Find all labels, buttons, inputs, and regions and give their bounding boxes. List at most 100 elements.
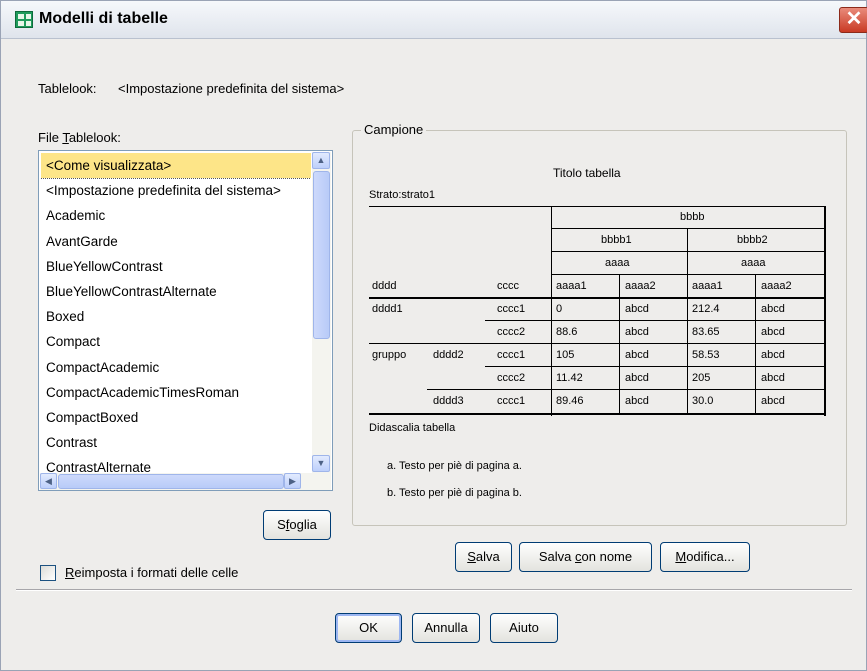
sample-legend: Campione <box>361 122 427 137</box>
footer-separator <box>16 589 852 591</box>
table-cell: abcd <box>625 349 649 361</box>
help-button[interactable]: Aiuto <box>490 613 558 643</box>
table-cell: 88.6 <box>556 326 578 338</box>
tablelook-list-item[interactable]: AvantGarde <box>41 229 311 254</box>
table-caption: Didascalia tabella <box>369 422 456 434</box>
row-group-label: dddd1 <box>372 303 403 315</box>
table-cell: abcd <box>761 395 785 407</box>
reset-cell-formats-label: Reimposta i formati delle celle <box>65 565 239 580</box>
browse-button[interactable]: Sfoglia <box>263 510 331 540</box>
grid-vline <box>755 274 756 415</box>
row-header-c: cccc <box>497 280 519 292</box>
table-cell: abcd <box>625 326 649 338</box>
tablelook-list-item[interactable]: Academic <box>41 203 311 228</box>
cancel-button[interactable]: Annulla <box>412 613 480 643</box>
col-header-a1-2: aaaa1 <box>692 280 723 292</box>
row-d-label: dddd2 <box>433 349 464 361</box>
tablelook-value: <Impostazione predefinita del sistema> <box>118 81 345 96</box>
table-cell: 83.65 <box>692 326 720 338</box>
row-group-label: gruppo <box>372 349 407 361</box>
tablelook-label: Tablelook: <box>38 81 97 96</box>
col-header-a2-2: aaaa2 <box>761 280 792 292</box>
grid-hline <box>369 297 825 299</box>
window-title: Modelli di tabelle <box>39 10 168 27</box>
file-tablelook-label: File Tablelook: <box>38 130 121 145</box>
scroll-left-icon[interactable]: ◀ <box>40 473 57 489</box>
table-cell: abcd <box>761 326 785 338</box>
table-app-icon <box>15 11 33 28</box>
table-cell: abcd <box>761 349 785 361</box>
table-top-line <box>369 206 824 207</box>
row-c-label: cccc1 <box>497 349 526 361</box>
row-c-label: cccc1 <box>497 303 526 315</box>
close-icon: ✕ <box>845 8 863 30</box>
tablelook-list-item[interactable]: <Impostazione predefinita del sistema> <box>41 178 311 203</box>
ok-button[interactable]: OK <box>335 613 402 643</box>
col-header-top: bbbb <box>680 211 705 223</box>
reset-cell-formats-checkbox[interactable] <box>40 565 56 581</box>
table-cell: abcd <box>625 303 649 315</box>
col-header-a1-1: aaaa1 <box>556 280 587 292</box>
table-cell: abcd <box>761 372 785 384</box>
grid-hline <box>485 366 825 367</box>
tablelook-list-item[interactable]: CompactBoxed <box>41 405 311 430</box>
table-right-border <box>824 206 826 416</box>
tablelook-list-item[interactable]: BlueYellowContrast <box>41 254 311 279</box>
grid-vline <box>687 228 688 415</box>
tablelook-file-list[interactable]: <Come visualizzata> <Impostazione predefi… <box>38 150 333 491</box>
col-header-b1: bbbb1 <box>601 234 632 246</box>
grid-hline <box>369 343 825 344</box>
tablelook-list-item[interactable]: Compact <box>41 329 311 354</box>
col-header-a-1: aaaa <box>605 257 630 269</box>
horizontal-scrollbar[interactable]: ◀ ▶ <box>40 473 331 490</box>
table-cell: 89.46 <box>556 395 584 407</box>
col-header-a-2: aaaa <box>741 257 766 269</box>
row-c-label: cccc2 <box>497 326 526 338</box>
table-row-divider <box>551 206 552 416</box>
table-cell: abcd <box>625 395 649 407</box>
vertical-scrollbar[interactable]: ▲ ▼ <box>312 152 331 473</box>
tablelook-list-item[interactable]: ContrastAlternate <box>41 455 311 473</box>
save-button[interactable]: Salva <box>455 542 512 572</box>
grid-vline <box>619 274 620 415</box>
tablelook-list-item[interactable]: CompactAcademic <box>41 355 311 380</box>
scroll-down-icon[interactable]: ▼ <box>312 455 330 472</box>
table-cell: 205 <box>692 372 711 384</box>
scroll-up-icon[interactable]: ▲ <box>312 152 330 169</box>
layer-label: Strato:strato1 <box>369 189 436 201</box>
col-header-a2-1: aaaa2 <box>625 280 656 292</box>
row-d-label: dddd3 <box>433 395 464 407</box>
table-title: Titolo tabella <box>553 166 621 180</box>
table-cell: 11.42 <box>556 372 583 384</box>
vertical-scroll-thumb[interactable] <box>313 171 330 339</box>
grid-hline <box>427 389 825 390</box>
scroll-right-icon[interactable]: ▶ <box>284 473 301 489</box>
close-button[interactable]: ✕ <box>839 7 867 33</box>
horizontal-scroll-thumb[interactable] <box>58 474 284 489</box>
row-header-d: dddd <box>372 280 397 292</box>
tablelook-list-item[interactable]: Boxed <box>41 304 311 329</box>
grid-hline <box>551 228 825 229</box>
footnote-a: a. Testo per piè di pagina a. <box>387 460 522 472</box>
grid-hline <box>369 413 825 415</box>
table-cell: abcd <box>761 303 785 315</box>
table-cell: 58.53 <box>692 349 720 361</box>
grid-hline <box>485 320 825 321</box>
row-c-label: cccc2 <box>497 372 526 384</box>
list-items: <Come visualizzata> <Impostazione predefi… <box>41 153 311 473</box>
tablelook-list-item[interactable]: Contrast <box>41 430 311 455</box>
tablelook-list-item[interactable]: <Come visualizzata> <box>41 153 311 180</box>
table-cell: abcd <box>625 372 649 384</box>
tablelook-list-item[interactable]: BlueYellowContrastAlternate <box>41 279 311 304</box>
grid-hline <box>551 251 825 252</box>
grid-hline <box>551 274 825 275</box>
tablelook-list-item[interactable]: CompactAcademicTimesRoman <box>41 380 311 405</box>
save-as-button[interactable]: Salva con nome <box>519 542 652 572</box>
title-bar[interactable]: Modelli di tabelle ✕ <box>1 1 867 39</box>
dialog-window: Modelli di tabelle ✕ Tablelook: <Imposta… <box>0 0 867 671</box>
table-cell: 105 <box>556 349 575 361</box>
table-cell: 0 <box>556 303 563 315</box>
edit-button[interactable]: Modifica... <box>660 542 750 572</box>
sample-table-preview: Titolo tabella Strato:strato1 bbbb bbbb1… <box>365 156 826 516</box>
footnote-b: b. Testo per piè di pagina b. <box>387 487 522 499</box>
